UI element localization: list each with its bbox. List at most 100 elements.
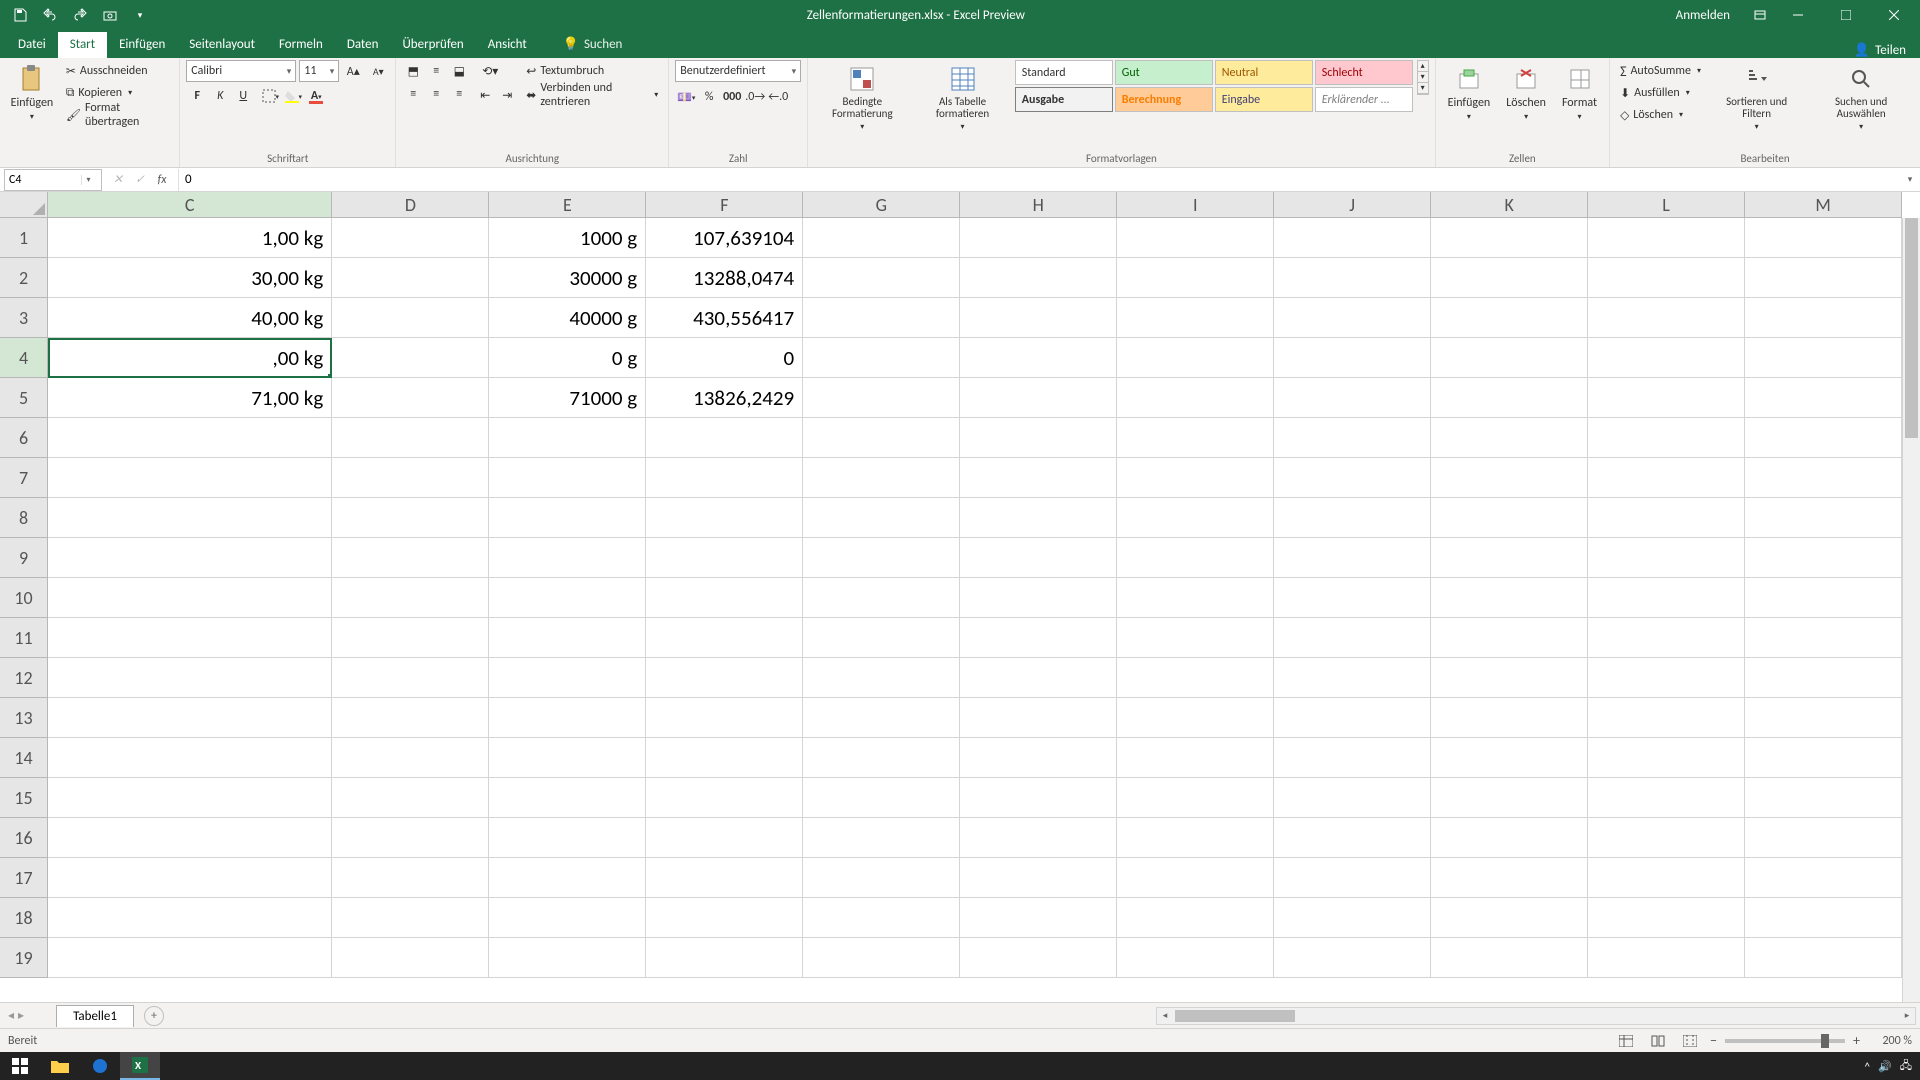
cell-F11[interactable]: [646, 618, 803, 658]
close-button[interactable]: [1872, 0, 1916, 30]
cell-G2[interactable]: [803, 258, 960, 298]
currency-icon[interactable]: 💷▾: [675, 86, 697, 108]
cell-D11[interactable]: [332, 618, 489, 658]
view-page-layout-icon[interactable]: [1646, 1032, 1670, 1050]
cell-D19[interactable]: [332, 938, 489, 978]
cell-K12[interactable]: [1431, 658, 1588, 698]
cell-E15[interactable]: [489, 778, 646, 818]
cell-F1[interactable]: 107,639104: [646, 218, 803, 258]
cell-H16[interactable]: [960, 818, 1117, 858]
cell-M16[interactable]: [1745, 818, 1902, 858]
cell-H1[interactable]: [960, 218, 1117, 258]
decrease-font-icon[interactable]: A▾: [367, 60, 389, 82]
align-top-icon[interactable]: ⬒: [402, 60, 424, 82]
cell-L6[interactable]: [1588, 418, 1745, 458]
hscroll-right-icon[interactable]: ▸: [1899, 1008, 1915, 1024]
cell-K11[interactable]: [1431, 618, 1588, 658]
style-ausgabe[interactable]: Ausgabe: [1015, 87, 1113, 112]
cell-H13[interactable]: [960, 698, 1117, 738]
cell-K1[interactable]: [1431, 218, 1588, 258]
cell-M13[interactable]: [1745, 698, 1902, 738]
share-button[interactable]: 👤 Teilen: [1854, 43, 1906, 58]
autosum-button[interactable]: ΣAutoSumme▾: [1616, 60, 1705, 82]
cell-C10[interactable]: [48, 578, 332, 618]
merge-center-button[interactable]: ⬌Verbinden und zentrieren▾: [522, 84, 662, 106]
name-box[interactable]: ▾: [4, 169, 102, 191]
cell-F13[interactable]: [646, 698, 803, 738]
cell-I12[interactable]: [1117, 658, 1274, 698]
cell-F6[interactable]: [646, 418, 803, 458]
column-header-D[interactable]: D: [332, 192, 489, 217]
cell-M17[interactable]: [1745, 858, 1902, 898]
login-link[interactable]: Anmelden: [1676, 8, 1730, 23]
undo-icon[interactable]: [38, 3, 62, 27]
cell-D7[interactable]: [332, 458, 489, 498]
cell-K18[interactable]: [1431, 898, 1588, 938]
insert-cells-button[interactable]: Einfügen▾: [1442, 60, 1497, 138]
cell-C19[interactable]: [48, 938, 332, 978]
cell-E18[interactable]: [489, 898, 646, 938]
tab-data[interactable]: Daten: [335, 32, 391, 58]
format-cells-button[interactable]: Format▾: [1556, 60, 1603, 138]
cell-E10[interactable]: [489, 578, 646, 618]
tab-layout[interactable]: Seitenlayout: [177, 32, 267, 58]
cell-M4[interactable]: [1745, 338, 1902, 378]
cell-F18[interactable]: [646, 898, 803, 938]
view-normal-icon[interactable]: [1614, 1032, 1638, 1050]
cell-G14[interactable]: [803, 738, 960, 778]
view-page-break-icon[interactable]: [1678, 1032, 1702, 1050]
cell-C5[interactable]: 71,00 kg: [48, 378, 332, 418]
cells-area[interactable]: 1,00 kg1000 g107,63910430,00 kg30000 g13…: [48, 218, 1902, 1002]
cell-D6[interactable]: [332, 418, 489, 458]
cell-E16[interactable]: [489, 818, 646, 858]
save-icon[interactable]: [8, 3, 32, 27]
cell-G1[interactable]: [803, 218, 960, 258]
italic-icon[interactable]: K: [209, 85, 231, 107]
cell-L4[interactable]: [1588, 338, 1745, 378]
select-all-corner[interactable]: [0, 192, 48, 218]
wrap-text-button[interactable]: ↩Textumbruch: [522, 60, 662, 82]
cell-D9[interactable]: [332, 538, 489, 578]
cell-K16[interactable]: [1431, 818, 1588, 858]
cell-H11[interactable]: [960, 618, 1117, 658]
style-standard[interactable]: Standard: [1015, 60, 1113, 85]
cell-K14[interactable]: [1431, 738, 1588, 778]
cell-L9[interactable]: [1588, 538, 1745, 578]
tab-file[interactable]: Datei: [6, 32, 58, 58]
column-header-M[interactable]: M: [1745, 192, 1902, 217]
cell-C2[interactable]: 30,00 kg: [48, 258, 332, 298]
cell-F8[interactable]: [646, 498, 803, 538]
cell-L13[interactable]: [1588, 698, 1745, 738]
row-header-4[interactable]: 4: [0, 338, 47, 378]
column-header-F[interactable]: F: [646, 192, 803, 217]
cell-H12[interactable]: [960, 658, 1117, 698]
cell-D15[interactable]: [332, 778, 489, 818]
cell-E8[interactable]: [489, 498, 646, 538]
cell-E9[interactable]: [489, 538, 646, 578]
cell-C13[interactable]: [48, 698, 332, 738]
cell-G10[interactable]: [803, 578, 960, 618]
cell-J11[interactable]: [1274, 618, 1431, 658]
cell-L15[interactable]: [1588, 778, 1745, 818]
cell-E17[interactable]: [489, 858, 646, 898]
cell-M10[interactable]: [1745, 578, 1902, 618]
cell-C1[interactable]: 1,00 kg: [48, 218, 332, 258]
increase-font-icon[interactable]: A▴: [342, 60, 364, 82]
cell-G6[interactable]: [803, 418, 960, 458]
cell-C14[interactable]: [48, 738, 332, 778]
row-header-1[interactable]: 1: [0, 218, 47, 258]
cell-C3[interactable]: 40,00 kg: [48, 298, 332, 338]
cell-F9[interactable]: [646, 538, 803, 578]
zoom-out-icon[interactable]: −: [1710, 1032, 1717, 1049]
cell-H19[interactable]: [960, 938, 1117, 978]
decrease-decimal-icon[interactable]: ←.0: [767, 86, 789, 108]
styles-up-icon[interactable]: ▴: [1418, 61, 1428, 72]
find-select-button[interactable]: Suchen und Auswählen▾: [1808, 60, 1914, 138]
cell-J5[interactable]: [1274, 378, 1431, 418]
cell-G13[interactable]: [803, 698, 960, 738]
cell-G12[interactable]: [803, 658, 960, 698]
cell-I15[interactable]: [1117, 778, 1274, 818]
cell-L19[interactable]: [1588, 938, 1745, 978]
number-format-select[interactable]: Benutzerdefiniert▾: [675, 60, 801, 82]
cell-F4[interactable]: 0: [646, 338, 803, 378]
